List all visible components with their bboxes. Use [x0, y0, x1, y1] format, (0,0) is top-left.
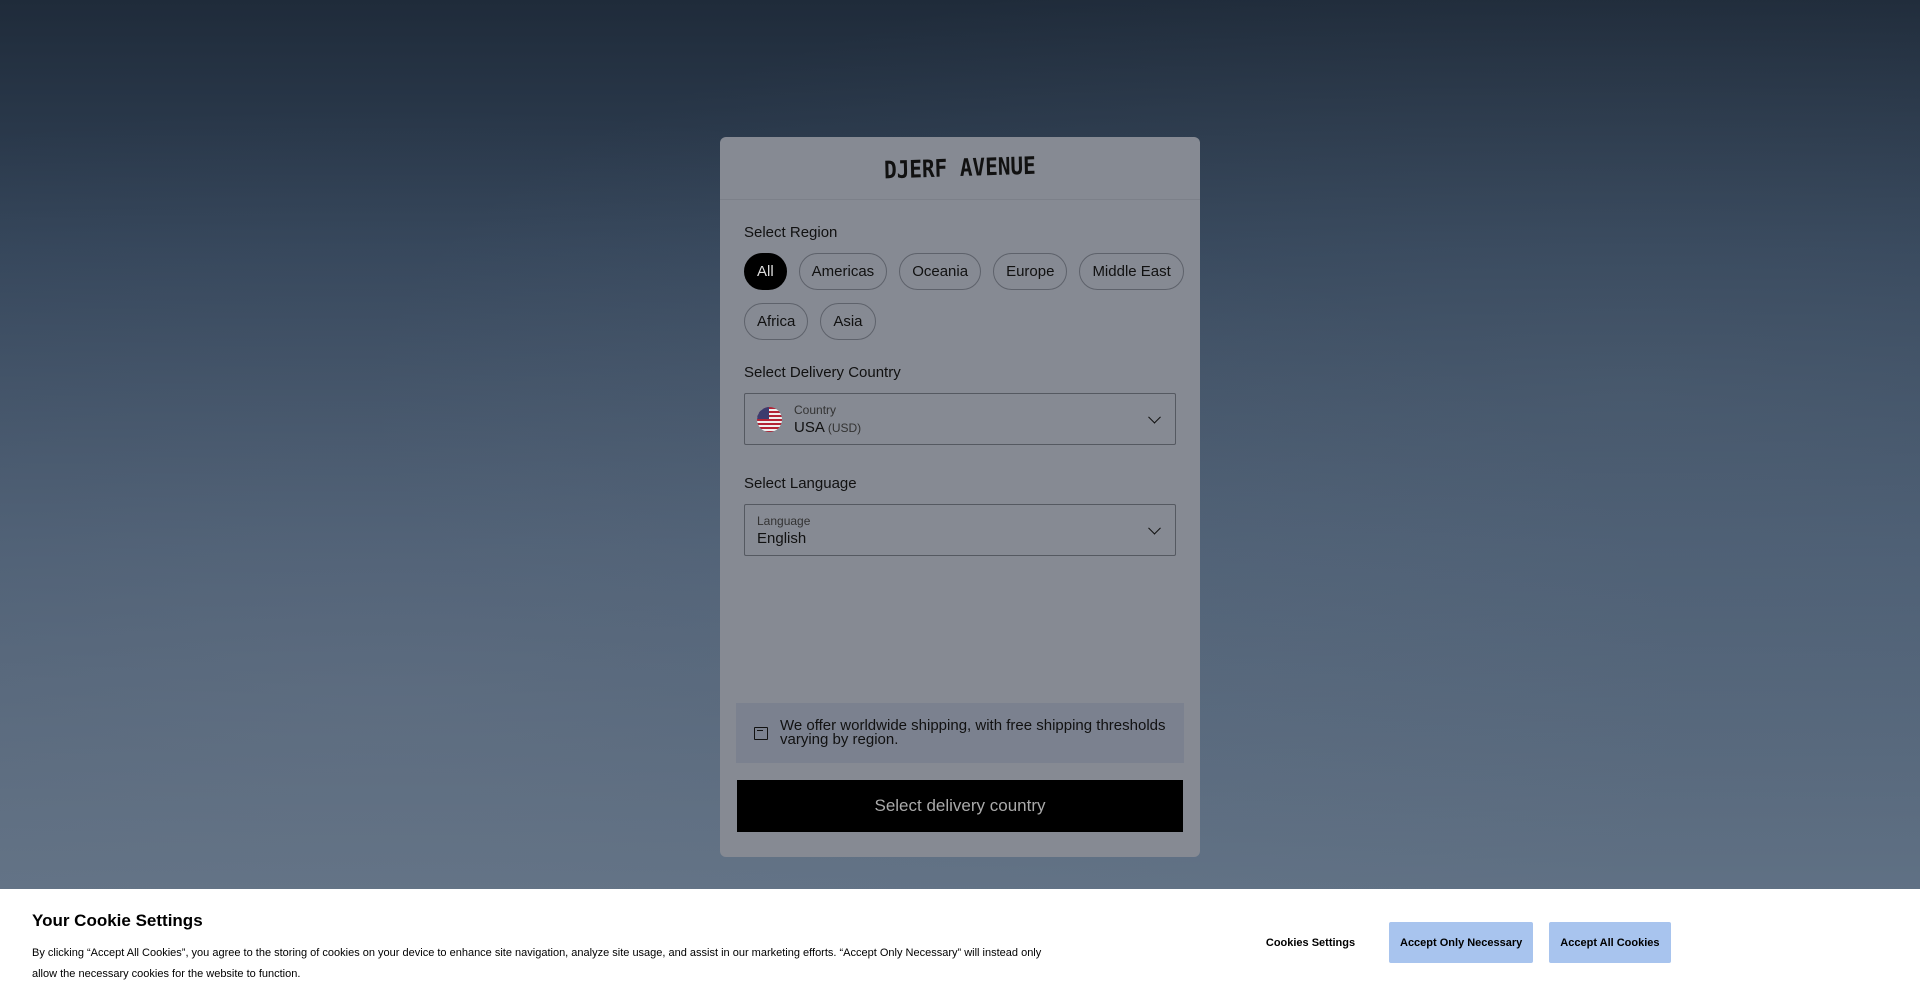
language-label: Select Language [744, 475, 857, 492]
country-label: Select Delivery Country [744, 364, 901, 381]
region-americas[interactable]: Americas [798, 253, 888, 290]
chevron-down-icon [1148, 410, 1161, 424]
us-flag-icon [757, 406, 782, 432]
select-delivery-country-button[interactable]: Select delivery country [737, 780, 1183, 832]
country-small-label: Country [794, 402, 837, 417]
modal-header: DJERF AVENUE [720, 137, 1200, 200]
country-select[interactable]: Country USA (USD) [744, 393, 1176, 445]
language-value: English [757, 529, 807, 547]
region-middle-east[interactable]: Middle East [1079, 253, 1184, 290]
modal-body: Select Region All Americas Oceania Europ… [720, 200, 1200, 556]
country-value: USA [794, 418, 825, 436]
shipping-info-bar: We offer worldwide shipping, with free s… [736, 703, 1184, 763]
region-africa[interactable]: Africa [744, 303, 809, 340]
region-list: All Americas Oceania Europe Middle East … [744, 253, 1184, 340]
cookie-actions: Cookies Settings Accept Only Necessary A… [1248, 922, 1671, 963]
region-label: Select Region [744, 224, 838, 241]
cookie-banner: Your Cookie Settings By clicking “Accept… [0, 889, 1920, 993]
brand-logo: DJERF AVENUE [883, 151, 1037, 185]
package-icon [754, 726, 768, 740]
region-europe[interactable]: Europe [993, 253, 1068, 290]
cookie-text: By clicking “Accept All Cookies”, you ag… [32, 947, 1042, 980]
region-oceania[interactable]: Oceania [899, 253, 982, 290]
cookies-settings-button[interactable]: Cookies Settings [1248, 922, 1373, 963]
chevron-down-icon [1148, 521, 1161, 535]
country-select-text: Country USA (USD) [794, 403, 861, 436]
region-selector-modal: DJERF AVENUE Select Region All Americas … [720, 137, 1200, 857]
accept-only-necessary-button[interactable]: Accept Only Necessary [1389, 922, 1534, 963]
language-select-text: Language English [757, 514, 810, 547]
country-value-line: USA (USD) [794, 419, 861, 436]
region-asia[interactable]: Asia [820, 303, 876, 340]
country-currency: (USD) [827, 420, 862, 435]
language-select[interactable]: Language English [744, 504, 1176, 556]
region-all[interactable]: All [744, 253, 787, 290]
accept-all-cookies-button[interactable]: Accept All Cookies [1549, 922, 1671, 963]
shipping-info-text: We offer worldwide shipping, with free s… [780, 717, 1166, 748]
language-small-label: Language [757, 513, 811, 528]
